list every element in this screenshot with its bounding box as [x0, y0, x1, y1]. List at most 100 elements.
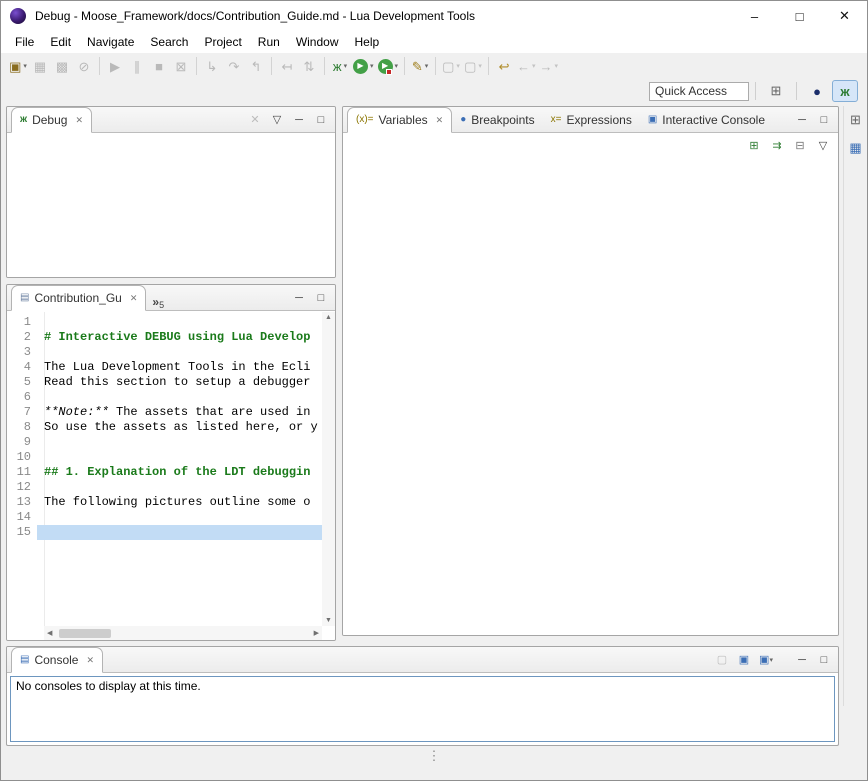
window-controls: – □ ✕: [732, 1, 867, 31]
debug-view-content[interactable]: [7, 134, 335, 277]
minimize-button[interactable]: –: [732, 1, 777, 31]
menu-run[interactable]: Run: [250, 32, 288, 52]
tab-console[interactable]: ▤ Console ✕: [11, 647, 103, 673]
editor-line-text[interactable]: [37, 480, 322, 495]
close-icon[interactable]: ✕: [75, 115, 83, 126]
code-segment: So use the assets as listed here, or y: [44, 420, 318, 434]
scroll-down-icon[interactable]: ▼: [325, 617, 332, 624]
window-title: Debug - Moose_Framework/docs/Contributio…: [35, 9, 475, 23]
editor-text-area[interactable]: 12# Interactive DEBUG using Lua Develop3…: [7, 315, 322, 626]
menu-search[interactable]: Search: [142, 32, 196, 52]
debug-perspective-button[interactable]: ж: [832, 80, 858, 102]
sash-grip[interactable]: ⋮: [428, 751, 441, 761]
close-icon[interactable]: ✕: [86, 655, 94, 666]
tab-variables[interactable]: (x)=Variables✕: [347, 107, 452, 133]
disconnect-icon: ⊠: [176, 60, 187, 73]
maximize-view-button[interactable]: □: [312, 290, 330, 306]
run-button[interactable]: ▶▾: [351, 55, 376, 77]
maximize-view-button[interactable]: □: [815, 112, 833, 128]
maximize-view-button[interactable]: □: [312, 112, 330, 128]
quick-access-input[interactable]: Quick Access: [649, 82, 749, 101]
close-icon[interactable]: ✕: [130, 293, 138, 304]
editor-line-text[interactable]: The Lua Development Tools in the Ecli: [37, 360, 322, 375]
editor-line: 11## 1. Explanation of the LDT debuggin: [7, 465, 322, 480]
external-tools-button[interactable]: ▶▾: [376, 55, 401, 77]
maximize-view-icon: □: [821, 655, 828, 666]
tab-debug[interactable]: ж Debug ✕: [11, 107, 92, 133]
maximize-view-button[interactable]: □: [815, 652, 833, 668]
menu-navigate[interactable]: Navigate: [79, 32, 142, 52]
line-number: 7: [7, 405, 37, 420]
tab-breakpoints[interactable]: ●Breakpoints: [452, 108, 542, 132]
menu-window[interactable]: Window: [288, 32, 347, 52]
restore-view-button[interactable]: ⊞: [846, 110, 866, 130]
open-perspective-button[interactable]: ⊞: [763, 80, 789, 102]
step-into-button: ↳: [201, 55, 223, 77]
tab-label: Debug: [32, 113, 67, 127]
tab-contribution-guide[interactable]: ▤ Contribution_Gu ✕: [11, 285, 146, 311]
editor-line-text[interactable]: [37, 345, 322, 360]
editor-line-text[interactable]: [37, 450, 322, 465]
remove-terminated-icon: ✕: [250, 115, 259, 126]
open-console-button[interactable]: ▣: [735, 652, 753, 668]
toolbar-separator: [196, 57, 197, 75]
vertical-scrollbar[interactable]: ▲ ▼: [322, 312, 335, 626]
menu-edit[interactable]: Edit: [42, 32, 79, 52]
maximize-button[interactable]: □: [777, 1, 822, 31]
editor-line-text[interactable]: So use the assets as listed here, or y: [37, 420, 322, 435]
minimize-view-button[interactable]: ─: [290, 290, 308, 306]
tab-expressions[interactable]: x=Expressions: [543, 108, 640, 132]
app-window: Debug - Moose_Framework/docs/Contributio…: [0, 0, 868, 781]
view-menu-button[interactable]: ▽: [814, 138, 832, 154]
debug-view-panel: ж Debug ✕ ✕ ▽ ─ □: [6, 106, 336, 278]
editor-line-text[interactable]: [37, 315, 322, 330]
show-columns-button[interactable]: ⇉: [768, 138, 786, 154]
minimize-view-button[interactable]: ─: [793, 112, 811, 128]
editor-line: 13The following pictures outline some o: [7, 495, 322, 510]
scroll-right-icon[interactable]: ▶: [314, 630, 319, 637]
minimize-view-icon: ─: [295, 293, 303, 304]
editor-line-text[interactable]: ## 1. Explanation of the LDT debuggin: [37, 465, 322, 480]
editor-line-text[interactable]: The following pictures outline some o: [37, 495, 322, 510]
open-console-dropdown-button[interactable]: ▣▾: [757, 652, 775, 668]
scroll-up-icon[interactable]: ▲: [325, 314, 332, 321]
line-number: 5: [7, 375, 37, 390]
minimize-view-button[interactable]: ─: [290, 112, 308, 128]
toggle-mark-occurrences-button[interactable]: ✎▾: [409, 55, 431, 77]
terminate-icon: ■: [155, 60, 163, 73]
grid-view-button[interactable]: ▦: [846, 138, 866, 158]
close-button[interactable]: ✕: [822, 1, 867, 31]
horizontal-scrollbar[interactable]: ◀ ▶: [44, 626, 322, 640]
line-number: 10: [7, 450, 37, 465]
variables-content[interactable]: [343, 134, 838, 635]
scroll-left-icon[interactable]: ◀: [47, 630, 52, 637]
last-edit-location-button[interactable]: ↩: [493, 55, 515, 77]
new-button[interactable]: ▣▾: [7, 55, 29, 77]
editor-line-text[interactable]: # Interactive DEBUG using Lua Develop: [37, 330, 322, 345]
editor-line-text[interactable]: [37, 435, 322, 450]
dropdown-icon: ▾: [478, 62, 482, 70]
lua-perspective-button[interactable]: ●: [804, 80, 830, 102]
dropdown-icon: ▾: [532, 62, 536, 70]
editor-line-text[interactable]: **Note:** The assets that are used in: [37, 405, 322, 420]
tab-interactive-console[interactable]: ▣Interactive Console: [640, 108, 773, 132]
variables-tabbar: (x)=Variables✕●Breakpointsx=Expressions▣…: [343, 107, 838, 133]
menu-project[interactable]: Project: [196, 32, 249, 52]
editor-line-text[interactable]: [37, 510, 322, 525]
editor-line-text[interactable]: Read this section to setup a debugger: [37, 375, 322, 390]
minimize-view-button[interactable]: ─: [793, 652, 811, 668]
close-icon[interactable]: ✕: [436, 115, 444, 126]
scrollbar-thumb[interactable]: [59, 629, 111, 638]
debug-button[interactable]: ж▾: [329, 55, 351, 77]
editor-buttons: ─ □: [290, 290, 335, 306]
editor-line-text[interactable]: [37, 525, 322, 540]
collapse-all-button[interactable]: ⊟: [791, 138, 809, 154]
hidden-editors-button[interactable]: » 5: [146, 293, 170, 310]
disconnect-button: ⊠: [170, 55, 192, 77]
view-menu-button[interactable]: ▽: [268, 112, 286, 128]
menu-file[interactable]: File: [7, 32, 42, 52]
menu-help[interactable]: Help: [347, 32, 388, 52]
show-logical-structures-button[interactable]: ⊞: [745, 138, 763, 154]
step-over-button: ↷: [223, 55, 245, 77]
editor-line-text[interactable]: [37, 390, 322, 405]
